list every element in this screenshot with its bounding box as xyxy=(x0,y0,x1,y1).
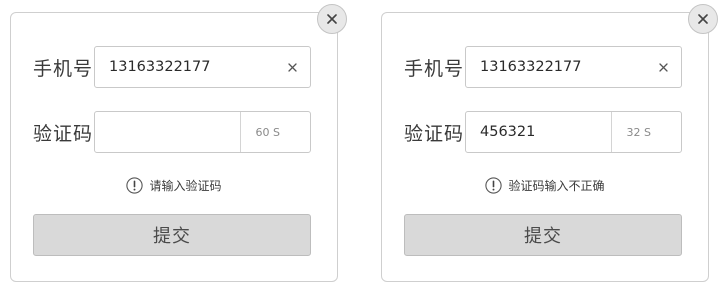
status-message-text: 请输入验证码 xyxy=(149,179,222,193)
code-label: 验证码 xyxy=(33,122,94,145)
verification-dialog: 手机号 13163322177 验证码 456321 32 S 验证码输入不正确 xyxy=(381,4,718,282)
verification-dialog: 手机号 13163322177 验证码 60 S 请输入验证码 提交 xyxy=(10,4,347,282)
close-button[interactable] xyxy=(688,4,718,34)
phone-label: 手机号 xyxy=(404,57,465,80)
code-field: 60 S xyxy=(94,111,311,153)
close-icon xyxy=(327,14,337,24)
phone-input-value: 13163322177 xyxy=(480,59,582,75)
clear-icon[interactable] xyxy=(274,47,310,87)
warning-icon xyxy=(485,177,503,194)
phone-input[interactable]: 13163322177 xyxy=(465,46,682,88)
phone-input-value: 13163322177 xyxy=(109,59,211,75)
submit-button[interactable]: 提交 xyxy=(404,214,682,256)
status-message: 验证码输入不正确 xyxy=(382,177,708,194)
code-row: 验证码 456321 32 S xyxy=(404,111,682,153)
phone-label: 手机号 xyxy=(33,57,94,80)
code-label: 验证码 xyxy=(404,122,465,145)
countdown-timer: 32 S xyxy=(611,112,681,152)
status-message-text: 验证码输入不正确 xyxy=(508,179,605,193)
phone-row: 手机号 13163322177 xyxy=(404,46,682,88)
code-row: 验证码 60 S xyxy=(33,111,311,153)
countdown-timer: 60 S xyxy=(240,112,310,152)
status-message: 请输入验证码 xyxy=(11,177,337,194)
phone-input[interactable]: 13163322177 xyxy=(94,46,311,88)
submit-button[interactable]: 提交 xyxy=(33,214,311,256)
code-field: 456321 32 S xyxy=(465,111,682,153)
close-button[interactable] xyxy=(317,4,347,34)
close-icon xyxy=(698,14,708,24)
phone-row: 手机号 13163322177 xyxy=(33,46,311,88)
clear-icon[interactable] xyxy=(645,47,681,87)
warning-icon xyxy=(126,177,144,194)
code-input[interactable]: 456321 xyxy=(466,124,611,140)
